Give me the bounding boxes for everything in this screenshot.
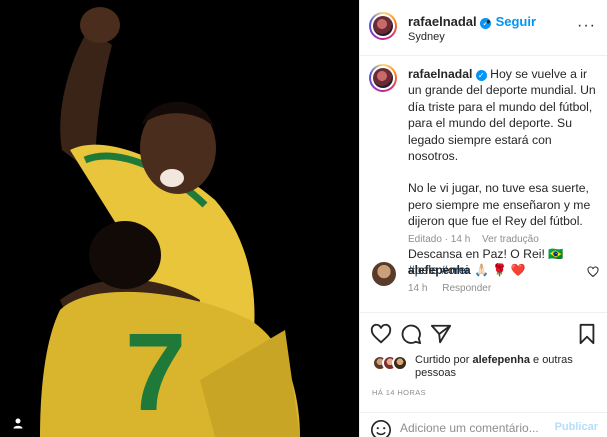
follow-button[interactable]: • Seguir	[486, 14, 536, 29]
caption-paragraph-2: No le vi jugar, no tuve esa suerte, pero…	[408, 181, 591, 229]
comment-avatar[interactable]	[372, 262, 396, 286]
liker-avatar[interactable]	[392, 355, 408, 371]
separator-dot: •	[486, 14, 491, 29]
add-comment-bar: Publicar	[360, 412, 607, 437]
caption-avatar[interactable]	[369, 64, 397, 92]
publish-button[interactable]: Publicar	[555, 421, 598, 433]
likes-summary: Curtido por alefepenha e outras pessoas	[372, 351, 607, 381]
emoji-smiley-icon[interactable]	[370, 419, 392, 437]
user-tag-icon[interactable]	[12, 417, 24, 429]
share-paper-plane-icon[interactable]	[430, 323, 452, 345]
edited-time: Editado · 14 h	[408, 234, 471, 245]
likes-text: Curtido por alefepenha e outras pessoas	[415, 354, 607, 380]
avatar[interactable]	[369, 12, 397, 40]
post-timestamp[interactable]: HÁ 14 HORAS	[372, 388, 426, 397]
likes-prefix: Curtido por	[415, 354, 470, 366]
more-horizontal-icon[interactable]: ···	[577, 17, 596, 35]
caption-username[interactable]: rafaelnadal	[408, 67, 472, 81]
likes-username[interactable]: alefepenha	[472, 354, 529, 366]
post-actions	[360, 313, 607, 353]
post-header: rafaelnadal ✓ • Seguir Sydney ···	[360, 0, 607, 56]
comment-meta: 14 h Responder	[408, 283, 503, 294]
post-side-panel: rafaelnadal ✓ • Seguir Sydney ··· rafaeln…	[359, 0, 607, 437]
comment-time: 14 h	[408, 283, 428, 294]
reply-button[interactable]: Responder	[442, 283, 491, 294]
verified-badge-icon: ✓	[475, 70, 487, 81]
comment-bubble-icon[interactable]	[400, 323, 422, 345]
comment: alefepenha 🙏🏻 🌹 ❤️	[408, 263, 526, 277]
like-heart-icon[interactable]	[370, 323, 392, 345]
see-translation-link[interactable]: Ver tradução	[482, 234, 539, 245]
save-bookmark-icon[interactable]	[576, 323, 598, 345]
location[interactable]: Sydney	[408, 31, 445, 43]
header-username[interactable]: rafaelnadal	[408, 14, 477, 29]
comment-text: 🙏🏻 🌹 ❤️	[474, 263, 526, 277]
caption-paragraph-1: Hoy se vuelve a ir un grande del deporte…	[408, 67, 596, 164]
caption-meta: Editado · 14 h Ver tradução	[408, 234, 548, 245]
comment-like-icon[interactable]	[587, 266, 599, 278]
post-image-illustration: 7	[0, 0, 359, 437]
header-username-row: rafaelnadal ✓	[408, 14, 492, 29]
comment-username[interactable]: alefepenha	[408, 263, 471, 277]
jersey-number: 7	[125, 311, 186, 434]
post-image[interactable]: 7	[0, 0, 359, 437]
comment-input[interactable]	[400, 421, 550, 435]
caption-paragraph-3: Descansa en Paz! O Rei! 🇧🇷	[408, 246, 564, 261]
caption: rafaelnadal ✓ Hoy se vuelve a ir un gran…	[408, 66, 600, 278]
